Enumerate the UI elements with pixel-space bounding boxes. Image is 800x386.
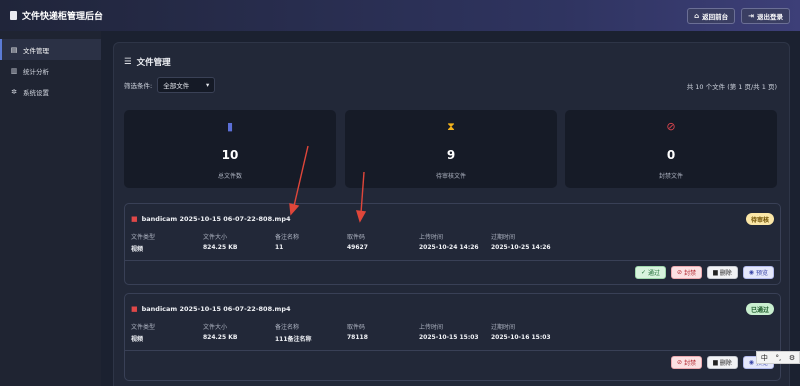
annotation-arrows bbox=[289, 145, 367, 223]
gear-icon: ⚙ bbox=[788, 353, 796, 362]
ime-punctuation: °, bbox=[775, 353, 782, 362]
ime-toolbar[interactable]: 中 °, ⚙ bbox=[756, 351, 800, 364]
annotation-arrow bbox=[356, 171, 367, 223]
ime-language: 中 bbox=[760, 353, 768, 362]
annotation-arrow bbox=[289, 145, 309, 216]
